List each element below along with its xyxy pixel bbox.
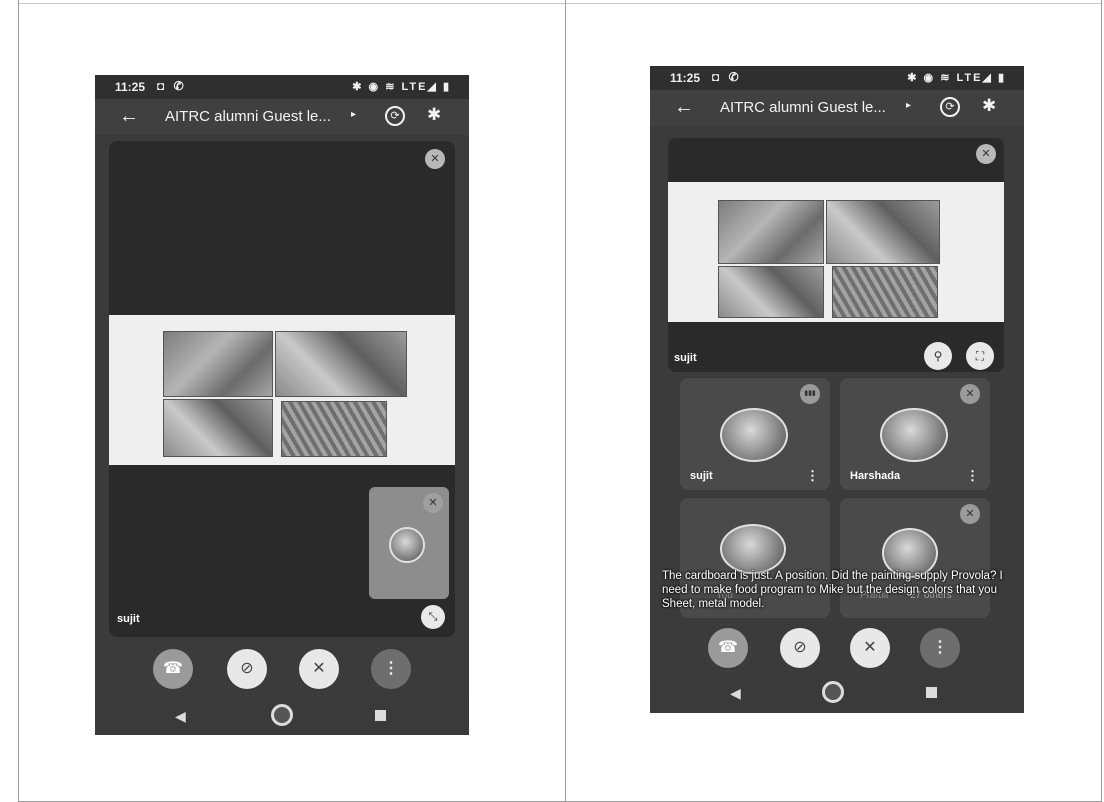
presentation-photo [718,266,824,318]
nav-recents-icon[interactable] [926,687,937,698]
nav-back-icon[interactable]: ◀ [730,685,741,702]
nav-home-icon[interactable] [822,681,844,703]
chevron-right-icon[interactable]: ▸ [351,109,356,120]
status-bar: 11:25 ◘ ✆ ✱ ◉ ≋ LTE◢ ▮ [95,75,469,99]
android-nav-bar: ◀ [650,676,1024,712]
meeting-title[interactable]: AITRC alumni Guest le... [720,99,886,116]
bluetooth-audio-icon[interactable]: ✱ [982,96,996,116]
shared-screen-presentation [668,182,1004,322]
back-arrow-icon[interactable]: ← [119,105,139,128]
chevron-right-icon[interactable]: ▸ [906,100,911,111]
meeting-title[interactable]: AITRC alumni Guest le... [165,108,331,125]
status-bar: 11:25 ◘ ✆ ✱ ◉ ≋ LTE◢ ▮ [650,66,1024,90]
nav-recents-icon[interactable] [375,710,386,721]
presentation-photo [826,200,940,264]
right-phone-screenshot: 11:25 ◘ ✆ ✱ ◉ ≋ LTE◢ ▮ ← AITRC alumni Gu… [650,66,1024,713]
notification-icons: ◘ ✆ [712,70,742,84]
presentation-photo [163,331,273,397]
end-call-button[interactable]: ☎ [153,649,193,689]
muted-mic-icon: ✕ [423,493,443,513]
meeting-app-bar: ← AITRC alumni Guest le... ▸ ⟳ ✱ [95,99,469,135]
status-time: 11:25 [670,71,701,85]
shared-screen-presentation [109,315,455,465]
participant-name-label: sujit [690,470,713,482]
android-nav-bar: ◀ [95,699,469,735]
camera-off-button[interactable]: ⊘ [780,628,820,668]
end-call-button[interactable]: ☎ [708,628,748,668]
participant-tile[interactable]: ▮▮▮ sujit ⋮ [680,378,830,490]
notification-icons: ◘ ✆ [157,79,187,93]
participant-tile[interactable]: ✕ Harshada ⋮ [840,378,990,490]
mic-off-button[interactable]: ✕ [299,649,339,689]
mic-off-button[interactable]: ✕ [850,628,890,668]
participant-more-icon[interactable]: ⋮ [806,468,819,484]
nav-home-icon[interactable] [271,704,293,726]
participant-more-icon[interactable]: ⋮ [966,468,979,484]
back-arrow-icon[interactable]: ← [674,96,694,119]
bluetooth-audio-icon[interactable]: ✱ [427,105,441,125]
presentation-photo [281,401,387,457]
more-options-button[interactable]: ⋮ [920,628,960,668]
page-divider [565,0,566,802]
participant-name-label: sujit [117,613,140,625]
presentation-photo [163,399,273,457]
nav-back-icon[interactable]: ◀ [175,708,186,725]
self-avatar [720,524,786,574]
participant-avatar [720,408,788,462]
participant-avatar [880,408,948,462]
meeting-app-bar: ← AITRC alumni Guest le... ▸ ⟳ ✱ [650,90,1024,126]
speaking-indicator-icon: ▮▮▮ [800,384,820,404]
fullscreen-icon[interactable]: ⛶ [966,342,994,370]
camera-off-button[interactable]: ⊘ [227,649,267,689]
participant-name-label: sujit [674,352,697,364]
main-video-tile[interactable]: ✕ ✕ sujit ⤡ [109,141,455,637]
participant-name-label: Harshada [850,470,901,482]
collapse-icon[interactable]: ⤡ [421,605,445,629]
status-indicator-icons: ✱ ◉ ≋ LTE◢ ▮ [352,81,451,93]
muted-mic-icon: ✕ [960,504,980,524]
pin-icon[interactable]: ⚲ [924,342,952,370]
status-time: 11:25 [115,80,146,94]
more-options-button[interactable]: ⋮ [371,649,411,689]
presentation-photo [275,331,407,397]
switch-camera-icon[interactable]: ⟳ [940,97,960,117]
self-view-tile[interactable]: ✕ [369,487,449,599]
muted-mic-icon: ✕ [976,144,996,164]
left-phone-screenshot: 11:25 ◘ ✆ ✱ ◉ ≋ LTE◢ ▮ ← AITRC alumni Gu… [95,75,469,735]
self-avatar [389,527,425,563]
muted-mic-icon: ✕ [425,149,445,169]
status-indicator-icons: ✱ ◉ ≋ LTE◢ ▮ [907,72,1006,84]
live-caption-text: The cardboard is just. A position. Did t… [662,570,1003,610]
switch-camera-icon[interactable]: ⟳ [385,106,405,126]
presentation-photo [832,266,938,318]
muted-mic-icon: ✕ [960,384,980,404]
presentation-tile[interactable]: ✕ sujit ⚲ ⛶ [668,138,1004,372]
presentation-photo [718,200,824,264]
